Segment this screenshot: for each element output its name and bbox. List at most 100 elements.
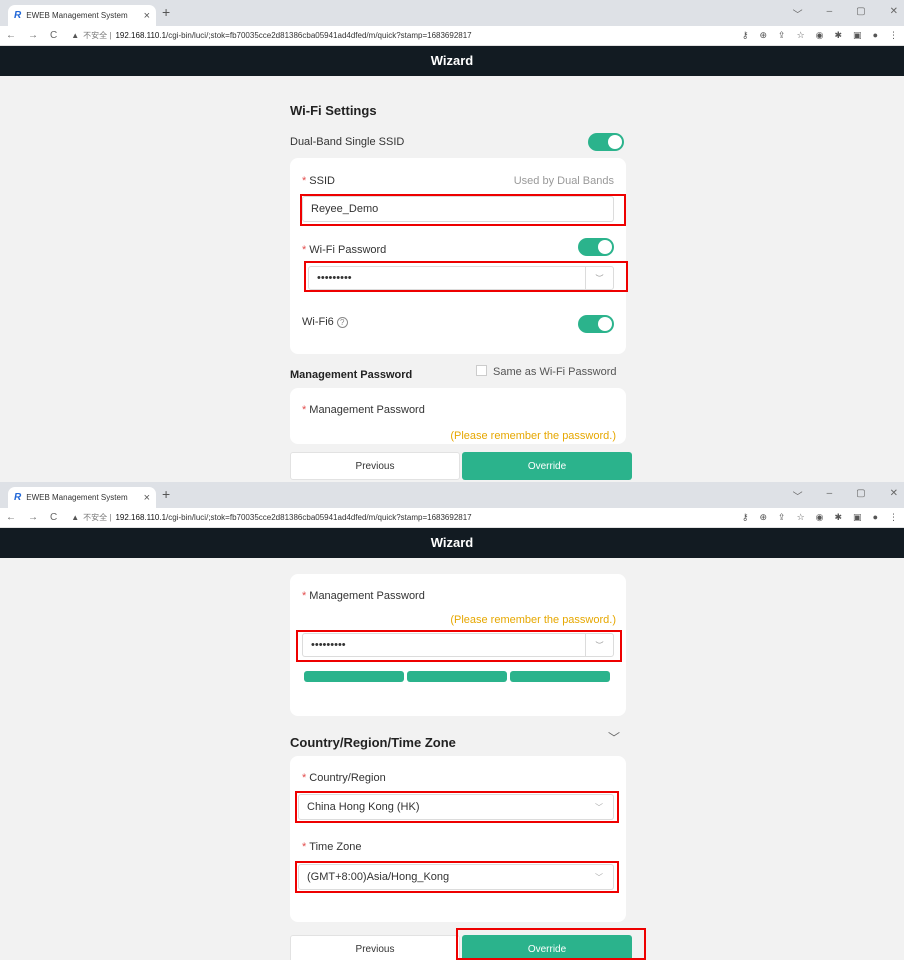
address-bar: ← → C ▲ 不安全 | 192.168.110.1/cgi-bin/luci… [0, 508, 904, 528]
close-window-icon[interactable]: ✕ [890, 6, 898, 21]
back-icon[interactable]: ← [6, 512, 16, 523]
wifi-password-toggle[interactable] [578, 238, 614, 256]
bookmark-star-icon[interactable]: ☆ [797, 30, 805, 41]
tab-search-icon[interactable]: ﹀ [793, 6, 803, 21]
url-field[interactable]: 192.168.110.1/cgi-bin/luci/;stok=fb70035… [115, 31, 471, 40]
wifi-password-label: * Wi-Fi Password [302, 244, 387, 256]
previous-button[interactable]: Previous [290, 935, 460, 960]
close-window-icon[interactable]: ✕ [890, 488, 898, 503]
dual-band-label: Dual-Band Single SSID [290, 136, 405, 148]
translate-icon[interactable]: ⊕ [759, 30, 767, 41]
warning-icon[interactable]: ▲ [71, 31, 79, 40]
tab-close-icon[interactable]: × [144, 492, 150, 504]
highlight-override [456, 928, 646, 960]
reload-icon[interactable]: C [50, 512, 57, 523]
bookmark-star-icon[interactable]: ☆ [797, 512, 805, 523]
new-tab-button[interactable]: + [162, 486, 170, 502]
screenshot-top: R EWEB Management System × + ﹀ – ▢ ✕ ← →… [0, 0, 904, 482]
key-icon[interactable]: ⚷ [742, 30, 749, 41]
region-section-row: Country/Region/Time Zone [290, 734, 626, 752]
insecure-label: 不安全 | [83, 513, 112, 522]
insecure-label: 不安全 | [83, 31, 112, 40]
extension-icon[interactable]: ◉ [816, 512, 824, 523]
strength-bar-3 [510, 671, 610, 682]
country-label: * Country/Region [302, 772, 386, 784]
back-icon[interactable]: ← [6, 30, 16, 41]
profile-icon[interactable]: ● [873, 30, 878, 41]
maximize-icon[interactable]: ▢ [856, 488, 865, 503]
forward-icon[interactable]: → [28, 30, 38, 41]
warning-icon[interactable]: ▲ [71, 513, 79, 522]
translate-icon[interactable]: ⊕ [759, 512, 767, 523]
puzzle-icon[interactable]: ✱ [835, 30, 843, 41]
menu-icon[interactable]: ⋮ [889, 30, 898, 41]
url-host: 192.168.110.1 [115, 31, 167, 40]
tab-strip: R EWEB Management System × + ﹀ – ▢ ✕ [0, 482, 904, 508]
tab-strip: R EWEB Management System × + ﹀ – ▢ ✕ [0, 0, 904, 26]
wifi6-label: Wi-Fi6? [302, 316, 348, 328]
wifi6-toggle[interactable] [578, 315, 614, 333]
ruijie-logo-icon: R [14, 492, 22, 503]
region-card: * Country/Region China Hong Kong (HK) ﹀ *… [290, 756, 626, 922]
window-controls: ﹀ – ▢ ✕ [793, 488, 898, 503]
mgmt-card: * Management Password (Please remember th… [290, 388, 626, 444]
highlight-ssid [300, 194, 626, 226]
maximize-icon[interactable]: ▢ [856, 6, 865, 21]
tab-close-icon[interactable]: × [144, 10, 150, 22]
highlight-mgmt-password [296, 630, 622, 662]
highlight-timezone [295, 861, 619, 893]
toolbar-icons: ⚷ ⊕ ⇪ ☆ ◉ ✱ ▣ ● ⋮ [742, 512, 898, 523]
timezone-label: * Time Zone [302, 841, 362, 853]
section-title: Wi-Fi Settings [290, 103, 377, 118]
browser-tab[interactable]: R EWEB Management System × [8, 5, 156, 26]
sidepanel-icon[interactable]: ▣ [853, 30, 862, 41]
share-icon[interactable]: ⇪ [778, 512, 786, 523]
url-field[interactable]: 192.168.110.1/cgi-bin/luci/;stok=fb70035… [115, 513, 471, 522]
chevron-down-icon[interactable]: ﹀ [608, 729, 620, 746]
key-icon[interactable]: ⚷ [742, 512, 749, 523]
override-button[interactable]: Override [462, 452, 632, 480]
mgmt-password-label: * Management Password [302, 404, 425, 416]
dual-band-toggle[interactable] [588, 133, 624, 151]
url-host: 192.168.110.1 [115, 513, 167, 522]
puzzle-icon[interactable]: ✱ [835, 512, 843, 523]
browser-tab[interactable]: R EWEB Management System × [8, 487, 156, 508]
extension-icon[interactable]: ◉ [816, 30, 824, 41]
forward-icon[interactable]: → [28, 512, 38, 523]
help-icon[interactable]: ? [336, 317, 348, 328]
strength-bar-1 [304, 671, 404, 682]
mgmt-reminder: (Please remember the password.) [450, 430, 616, 442]
new-tab-button[interactable]: + [162, 4, 170, 20]
tab-title: EWEB Management System [26, 11, 128, 20]
ssid-label: * SSID [302, 175, 335, 187]
checkbox-icon[interactable] [476, 365, 487, 376]
sidepanel-icon[interactable]: ▣ [853, 512, 862, 523]
share-icon[interactable]: ⇪ [778, 30, 786, 41]
highlight-wifi-password [304, 261, 628, 292]
previous-button[interactable]: Previous [290, 452, 460, 480]
menu-icon[interactable]: ⋮ [889, 512, 898, 523]
reload-icon[interactable]: C [50, 30, 57, 41]
ssid-hint: Used by Dual Bands [513, 175, 614, 187]
window-controls: ﹀ – ▢ ✕ [793, 6, 898, 21]
tab-title: EWEB Management System [26, 493, 128, 502]
address-bar: ← → C ▲ 不安全 | 192.168.110.1/cgi-bin/luci… [0, 26, 904, 46]
minimize-icon[interactable]: – [827, 488, 833, 503]
mgmt-password-label: * Management Password [302, 590, 425, 602]
screenshot-bottom: R EWEB Management System × + ﹀ – ▢ ✕ ← →… [0, 482, 904, 960]
nav-buttons: ← → C [6, 30, 57, 41]
wifi-card: * SSID Used by Dual Bands Reyee_Demo * Wi-… [290, 158, 626, 354]
wizard-header: Wizard [0, 46, 904, 76]
mgmt-section-title: Management Password [290, 369, 413, 381]
url-path: /cgi-bin/luci/;stok=fb70035cce2d81386cba… [166, 31, 472, 40]
wizard-header: Wizard [0, 528, 904, 558]
url-path: /cgi-bin/luci/;stok=fb70035cce2d81386cba… [166, 513, 472, 522]
minimize-icon[interactable]: – [827, 6, 833, 21]
same-as-wifi-checkbox[interactable]: Same as Wi-Fi Password [476, 365, 616, 378]
highlight-country [295, 791, 619, 823]
tab-search-icon[interactable]: ﹀ [793, 488, 803, 503]
dual-band-row: Dual-Band Single SSID [290, 132, 626, 150]
nav-buttons: ← → C [6, 512, 57, 523]
mgmt-reminder: (Please remember the password.) [450, 614, 616, 626]
profile-icon[interactable]: ● [873, 512, 878, 523]
